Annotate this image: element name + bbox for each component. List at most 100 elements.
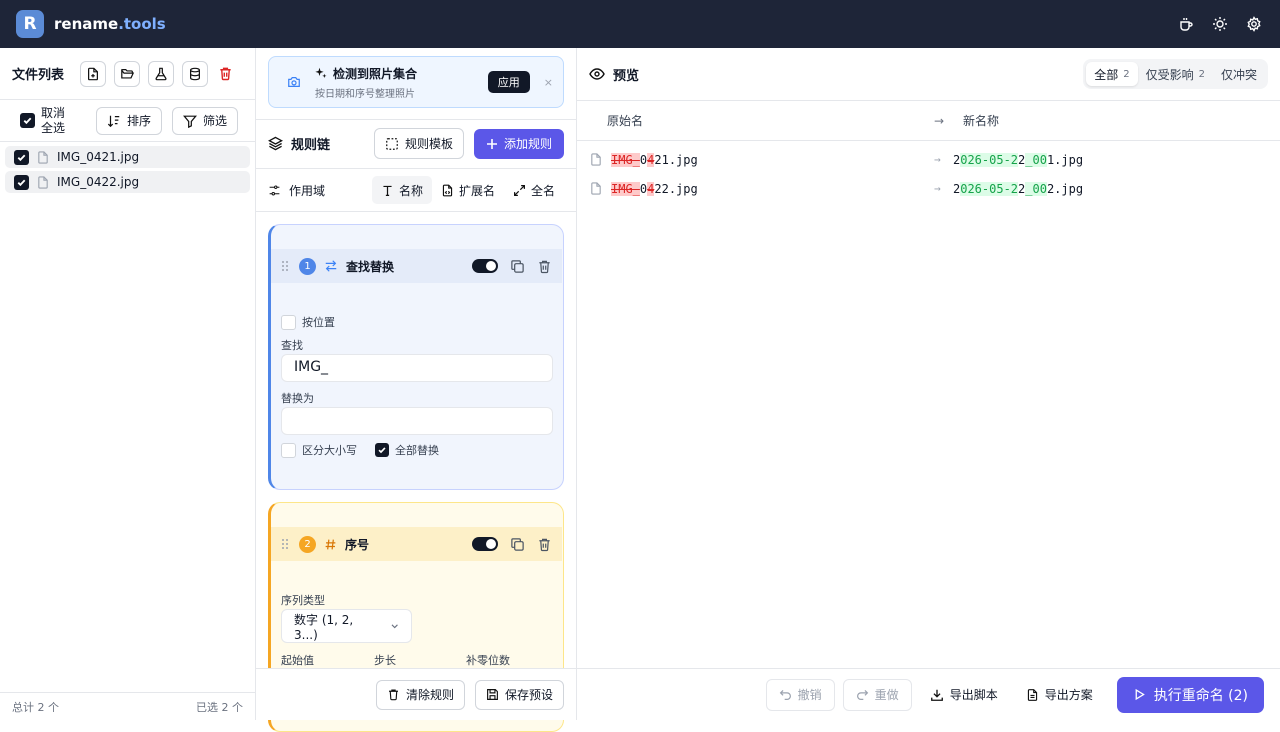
diff-removed: IMG_: [611, 181, 640, 196]
clear-rules-button[interactable]: 清除规则: [375, 679, 465, 710]
file-checkbox[interactable]: [14, 149, 29, 165]
drag-handle-icon: [282, 261, 288, 271]
diff-same: 2.jpg: [1046, 181, 1084, 196]
export-plan-button[interactable]: 导出方案: [1016, 679, 1103, 711]
clear-rules-label: 清除规则: [405, 688, 454, 702]
export-script-button[interactable]: 导出脚本: [920, 679, 1008, 711]
preview-row: IMG_0422.jpg → 2026-05-22_002.jpg: [577, 174, 1280, 203]
case-sensitive-checkbox[interactable]: [281, 442, 296, 458]
trash-icon: [389, 689, 398, 701]
redo-label: 重做: [874, 688, 899, 702]
file-row[interactable]: IMG_0422.jpg: [5, 171, 250, 193]
find-input[interactable]: IMG_: [281, 354, 553, 382]
scope-tab-name[interactable]: 名称: [371, 176, 432, 204]
diff-same: 21.jpg: [654, 152, 698, 167]
execute-rename-button[interactable]: 执行重命名 (2): [1116, 676, 1264, 713]
save-preset-button[interactable]: 保存预设: [474, 679, 564, 710]
trash-icon[interactable]: [537, 537, 552, 552]
filter-button[interactable]: 筛选: [172, 106, 239, 135]
replace-input[interactable]: [281, 407, 553, 435]
case-sensitive-option[interactable]: 区分大小写 全部替换: [281, 442, 439, 458]
file-checkbox[interactable]: [14, 174, 29, 190]
database-button[interactable]: [182, 60, 209, 87]
file-row[interactable]: IMG_0421.jpg: [5, 146, 250, 168]
template-icon: [386, 137, 398, 150]
seq-type-value: 数字 (1, 2, 3...): [294, 612, 354, 642]
tab-affected[interactable]: 仅受影响 2: [1138, 62, 1213, 86]
check-icon: [23, 117, 32, 125]
banner-title: 检测到照片集合: [333, 66, 418, 81]
select-all-label[interactable]: 取消全选: [41, 106, 71, 136]
photo-collection-banner: 检测到照片集合 按日期和序号整理照片 应用 ×: [268, 56, 564, 108]
add-rule-button[interactable]: 添加规则: [473, 128, 564, 159]
seq-type-select[interactable]: 数字 (1, 2, 3...): [281, 609, 412, 643]
sort-button[interactable]: 排序: [96, 106, 163, 135]
replace-all-checkbox[interactable]: [375, 443, 389, 457]
export-plan-label: 导出方案: [1044, 688, 1093, 702]
brand-name[interactable]: rename.tools: [54, 15, 166, 33]
by-position-checkbox[interactable]: [281, 314, 296, 330]
app-logo[interactable]: R: [16, 10, 44, 38]
close-icon[interactable]: ×: [544, 76, 553, 89]
sparkles-icon: [315, 67, 327, 78]
scope-tab-label: 名称: [398, 183, 423, 198]
by-position-option[interactable]: 按位置: [281, 314, 335, 330]
select-all-checkbox[interactable]: [20, 113, 35, 128]
execute-label: 执行重命名 (2): [1153, 687, 1248, 704]
trash-icon[interactable]: [537, 259, 552, 274]
chevron-down-icon: [391, 624, 398, 629]
delete-all-button[interactable]: [218, 66, 233, 81]
replace-label: 替换为: [281, 392, 314, 405]
undo-button[interactable]: 撤销: [765, 678, 835, 711]
rule-enable-toggle[interactable]: [472, 259, 498, 273]
total-count: 总计 2 个: [12, 700, 59, 714]
undo-label: 撤销: [797, 688, 822, 702]
redo-button[interactable]: 重做: [842, 678, 912, 711]
save-preset-label: 保存预设: [504, 688, 553, 702]
coffee-icon[interactable]: [1176, 14, 1196, 34]
add-file-button[interactable]: [80, 60, 107, 87]
plus-icon: [486, 138, 497, 149]
save-icon: [487, 689, 498, 700]
open-folder-button[interactable]: [114, 60, 141, 87]
template-label: 规则模板: [404, 137, 453, 151]
rule-name: 查找替换: [346, 259, 395, 274]
action-bar: 撤销 重做 导出脚本 导出方案 执行重命名 (2): [577, 668, 1280, 720]
file-icon: [591, 182, 601, 195]
apply-button[interactable]: 应用: [487, 71, 530, 93]
scope-label: 作用域: [289, 183, 326, 198]
pad-label: 补零位数: [466, 654, 510, 667]
rule-template-button[interactable]: 规则模板: [373, 128, 464, 159]
check-icon: [17, 154, 26, 161]
arrow-right-icon: →: [934, 113, 945, 128]
col-new: 新名称: [963, 114, 1000, 128]
sun-icon[interactable]: [1210, 14, 1230, 34]
file-list-footer: 总计 2 个 已选 2 个: [0, 692, 255, 720]
copy-icon[interactable]: [510, 259, 525, 274]
seq-type-label: 序列类型: [281, 594, 325, 607]
banner-subtitle: 按日期和序号整理照片: [315, 88, 415, 100]
diff-added: 026-05-2: [960, 152, 1019, 167]
col-original: 原始名: [607, 114, 644, 128]
copy-icon[interactable]: [510, 537, 525, 552]
scope-tab-fullname[interactable]: 全名: [504, 176, 564, 204]
scope-tab-extension[interactable]: 扩展名: [432, 176, 504, 204]
diff-removed: IMG_: [611, 152, 640, 167]
test-button[interactable]: [148, 60, 175, 87]
scope-bar: 作用域 名称 扩展名 全名: [256, 168, 576, 212]
brand-text: rename: [54, 15, 119, 33]
file-name: IMG_0422.jpg: [57, 175, 140, 189]
rule-panel-footer: 清除规则 保存预设: [256, 668, 576, 720]
undo-icon: [779, 690, 791, 700]
rule-enable-toggle[interactable]: [472, 537, 498, 551]
gear-icon[interactable]: [1244, 14, 1264, 34]
check-icon: [17, 179, 26, 186]
tab-conflicts[interactable]: 仅冲突: [1213, 62, 1265, 86]
preview-column-header: 原始名 → 新名称: [577, 101, 1280, 141]
layers-icon: [268, 136, 283, 151]
new-name: 2026-05-22_002.jpg: [953, 181, 1084, 196]
redo-icon: [856, 690, 868, 700]
diff-same: 22.jpg: [654, 181, 698, 196]
tab-all[interactable]: 全部 2: [1086, 62, 1138, 86]
rule-chain-title: 规则链: [291, 138, 331, 153]
